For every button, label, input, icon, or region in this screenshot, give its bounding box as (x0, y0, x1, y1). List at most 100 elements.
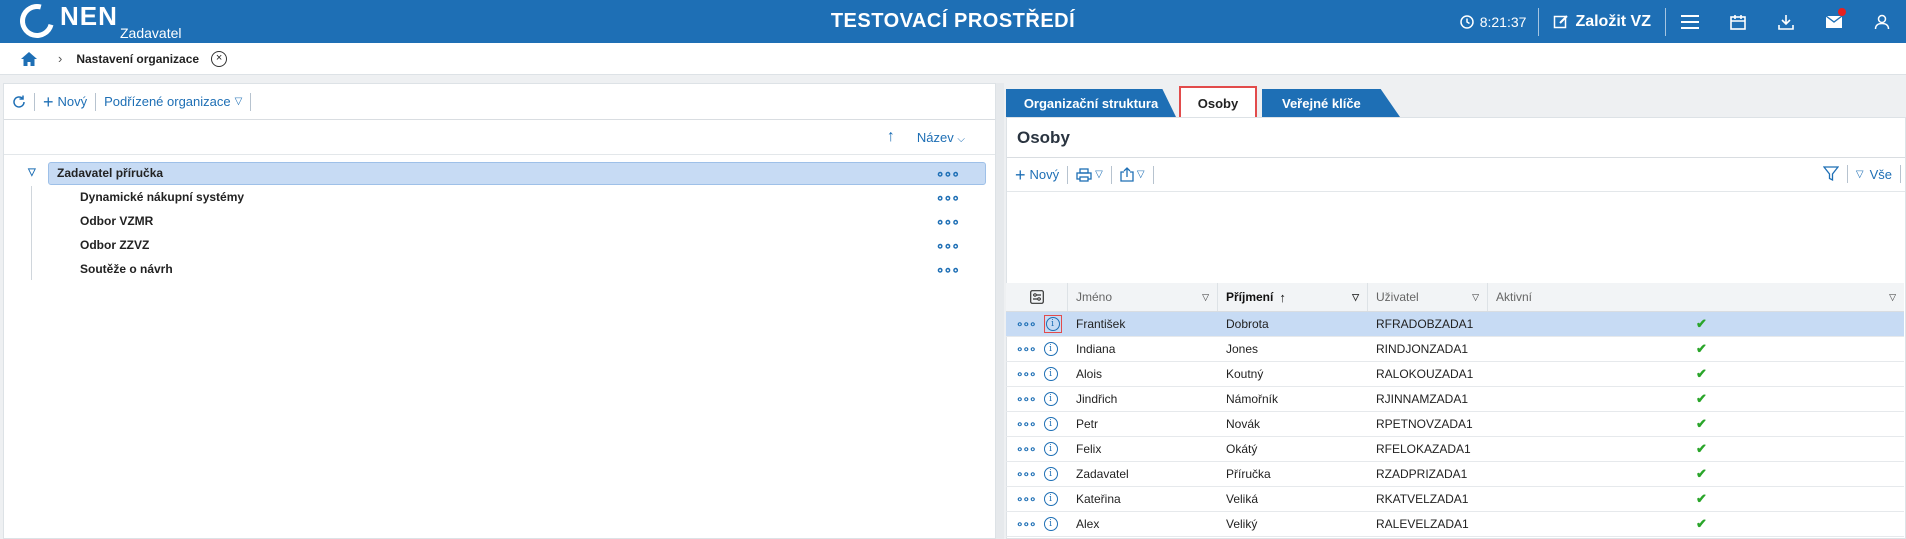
table-row[interactable]: ∘∘∘ i Felix Okátý RFELOKAZADA1 ✔ (1006, 437, 1904, 462)
info-button[interactable]: i (1043, 467, 1058, 481)
row-actions: ∘∘∘ i (1006, 487, 1068, 511)
column-header-user[interactable]: Uživatel ▽ (1368, 283, 1488, 311)
new-organization-button[interactable]: + Nový (43, 93, 87, 111)
toolbar-divider (1067, 165, 1069, 184)
toolbar-divider (34, 92, 35, 111)
tree-node-child[interactable]: Odbor ZZVZ ∘∘∘ (4, 233, 995, 257)
cell-active: ✔ (1488, 412, 1904, 436)
column-header-active[interactable]: Aktivní ▽ (1488, 283, 1904, 311)
persons-toolbar: + Nový ▽ ▽ ▽ Vše (1007, 158, 1905, 192)
print-dropdown[interactable]: ▽ (1076, 167, 1103, 182)
check-icon: ✔ (1696, 416, 1707, 431)
caret-down-icon: ▽ (1136, 169, 1145, 180)
edit-icon (1554, 14, 1569, 28)
download-button[interactable] (1762, 0, 1810, 43)
toolbar-divider (95, 92, 97, 111)
sort-ascending-icon: ↑ (1279, 289, 1286, 305)
table-row[interactable]: ∘∘∘ i Alois Koutný RALOKOUZADA1 ✔ (1006, 362, 1904, 387)
filter-preset-label: Vše (1869, 166, 1892, 182)
user-profile-button[interactable] (1858, 0, 1906, 43)
nen-logo[interactable]: NEN (13, 0, 118, 45)
table-row[interactable]: ∘∘∘ i Indiana Jones RINDJONZADA1 ✔ (1006, 337, 1904, 362)
info-icon: i (1043, 517, 1058, 531)
panel-splitter[interactable] (996, 83, 1004, 539)
messages-button[interactable] (1810, 0, 1858, 43)
more-actions-icon[interactable]: ∘∘∘ (936, 237, 960, 254)
table-row[interactable]: ∘∘∘ i Kateřina Veliká RKATVELZADA1 ✔ (1006, 487, 1904, 512)
caret-down-icon: ▽ (1855, 168, 1864, 180)
calendar-button[interactable] (1714, 0, 1762, 43)
mail-icon (1825, 14, 1843, 28)
column-header-first-name[interactable]: Jméno ▽ (1068, 283, 1218, 311)
cell-first-name: Alois (1076, 367, 1103, 381)
tab-persons[interactable]: Osoby (1179, 86, 1257, 118)
export-dropdown[interactable]: ▽ (1120, 167, 1145, 182)
table-row[interactable]: ∘∘∘ i František Dobrota RFRADOBZADA1 ✔ (1006, 312, 1904, 337)
tree-node-child[interactable]: Soutěže o návrh ∘∘∘ (4, 257, 995, 281)
more-actions-icon[interactable]: ∘∘∘ (1016, 367, 1037, 381)
sort-direction-button[interactable]: ↑ (887, 128, 895, 146)
collapse-toggle-icon[interactable]: ▽ (28, 167, 36, 178)
check-icon: ✔ (1696, 316, 1707, 331)
info-button[interactable]: i (1043, 492, 1058, 506)
grid-body: ∘∘∘ i František Dobrota RFRADOBZADA1 ✔ ∘∘∘ i Ind… (1006, 312, 1904, 537)
info-icon: i (1043, 392, 1058, 406)
more-actions-icon[interactable]: ∘∘∘ (1016, 517, 1037, 531)
info-button[interactable]: i (1043, 442, 1058, 456)
tree-node-label: Dynamické nákupní systémy (80, 190, 245, 204)
info-button[interactable]: i (1043, 392, 1058, 406)
more-actions-icon[interactable]: ∘∘∘ (936, 165, 960, 182)
info-icon: i (1043, 492, 1058, 506)
sort-field-dropdown[interactable]: Název ⌵ (917, 130, 965, 145)
cell-active: ✔ (1488, 437, 1904, 461)
menu-button[interactable] (1666, 0, 1714, 43)
close-icon[interactable]: × (211, 50, 228, 67)
tree-node-root-label-box[interactable]: Zadavatel příručka (48, 161, 986, 185)
more-actions-icon[interactable]: ∘∘∘ (1016, 417, 1037, 431)
column-settings-button[interactable] (1006, 283, 1068, 311)
table-row[interactable]: ∘∘∘ i Zadavatel Příručka RZADPRIZADA1 ✔ (1006, 462, 1904, 487)
more-actions-icon[interactable]: ∘∘∘ (936, 261, 960, 278)
info-button[interactable]: i (1043, 517, 1058, 531)
home-button[interactable] (20, 51, 38, 67)
check-icon: ✔ (1696, 491, 1707, 506)
filter-preset-dropdown[interactable]: ▽ Vše (1856, 167, 1892, 182)
row-actions: ∘∘∘ i (1006, 412, 1068, 436)
info-button[interactable]: i (1043, 367, 1058, 381)
more-actions-icon[interactable]: ∘∘∘ (1016, 392, 1037, 406)
more-actions-icon[interactable]: ∘∘∘ (936, 189, 960, 206)
tree-node-child[interactable]: Dynamické nákupní systémy ∘∘∘ (4, 185, 995, 209)
more-actions-icon[interactable]: ∘∘∘ (1016, 317, 1037, 331)
info-button[interactable]: i (1043, 342, 1058, 356)
tree-node-root[interactable]: ▽ Zadavatel příručka ∘∘∘ (4, 161, 995, 185)
column-filter-icon[interactable]: ▽ (1352, 292, 1359, 303)
cell-user: RINDJONZADA1 (1376, 342, 1469, 356)
cell-user: RPETNOVZADA1 (1376, 417, 1473, 431)
column-header-last-name[interactable]: Příjmení ↑ ▽ (1218, 283, 1368, 311)
subordinate-label: Podřízené organizace (104, 94, 231, 109)
more-actions-icon[interactable]: ∘∘∘ (1016, 492, 1037, 506)
more-actions-icon[interactable]: ∘∘∘ (1016, 342, 1037, 356)
more-actions-icon[interactable]: ∘∘∘ (1016, 442, 1037, 456)
column-filter-icon[interactable]: ▽ (1202, 292, 1209, 303)
refresh-button[interactable] (12, 95, 26, 109)
new-person-button[interactable]: + Nový (1015, 166, 1059, 184)
home-icon (21, 51, 37, 66)
column-filter-icon[interactable]: ▽ (1472, 292, 1479, 303)
info-button[interactable]: i (1043, 417, 1058, 431)
info-button[interactable]: i (1043, 315, 1062, 333)
create-procurement-button[interactable]: Založit VZ (1539, 7, 1666, 36)
table-row[interactable]: ∘∘∘ i Alex Veliký RALEVELZADA1 ✔ (1006, 512, 1904, 537)
tree-node-child[interactable]: Odbor VZMR ∘∘∘ (4, 209, 995, 233)
more-actions-icon[interactable]: ∘∘∘ (936, 213, 960, 230)
tab-public-keys[interactable]: Veřejné klíče (1262, 89, 1400, 117)
table-row[interactable]: ∘∘∘ i Jindřich Námořník RJINNAMZADA1 ✔ (1006, 387, 1904, 412)
cell-first-name: Zadavatel (1076, 467, 1129, 481)
persons-grid: Jméno ▽ Příjmení ↑ ▽ Uživatel ▽ Aktivní ▽ ∘∘∘… (1006, 283, 1904, 537)
filter-button[interactable] (1822, 166, 1839, 182)
column-filter-icon[interactable]: ▽ (1889, 292, 1896, 303)
tab-organization-structure[interactable]: Organizační struktura (1006, 89, 1176, 117)
more-actions-icon[interactable]: ∘∘∘ (1016, 467, 1037, 481)
subordinate-organizations-dropdown[interactable]: Podřízené organizace ▽ (104, 94, 242, 109)
table-row[interactable]: ∘∘∘ i Petr Novák RPETNOVZADA1 ✔ (1006, 412, 1904, 437)
